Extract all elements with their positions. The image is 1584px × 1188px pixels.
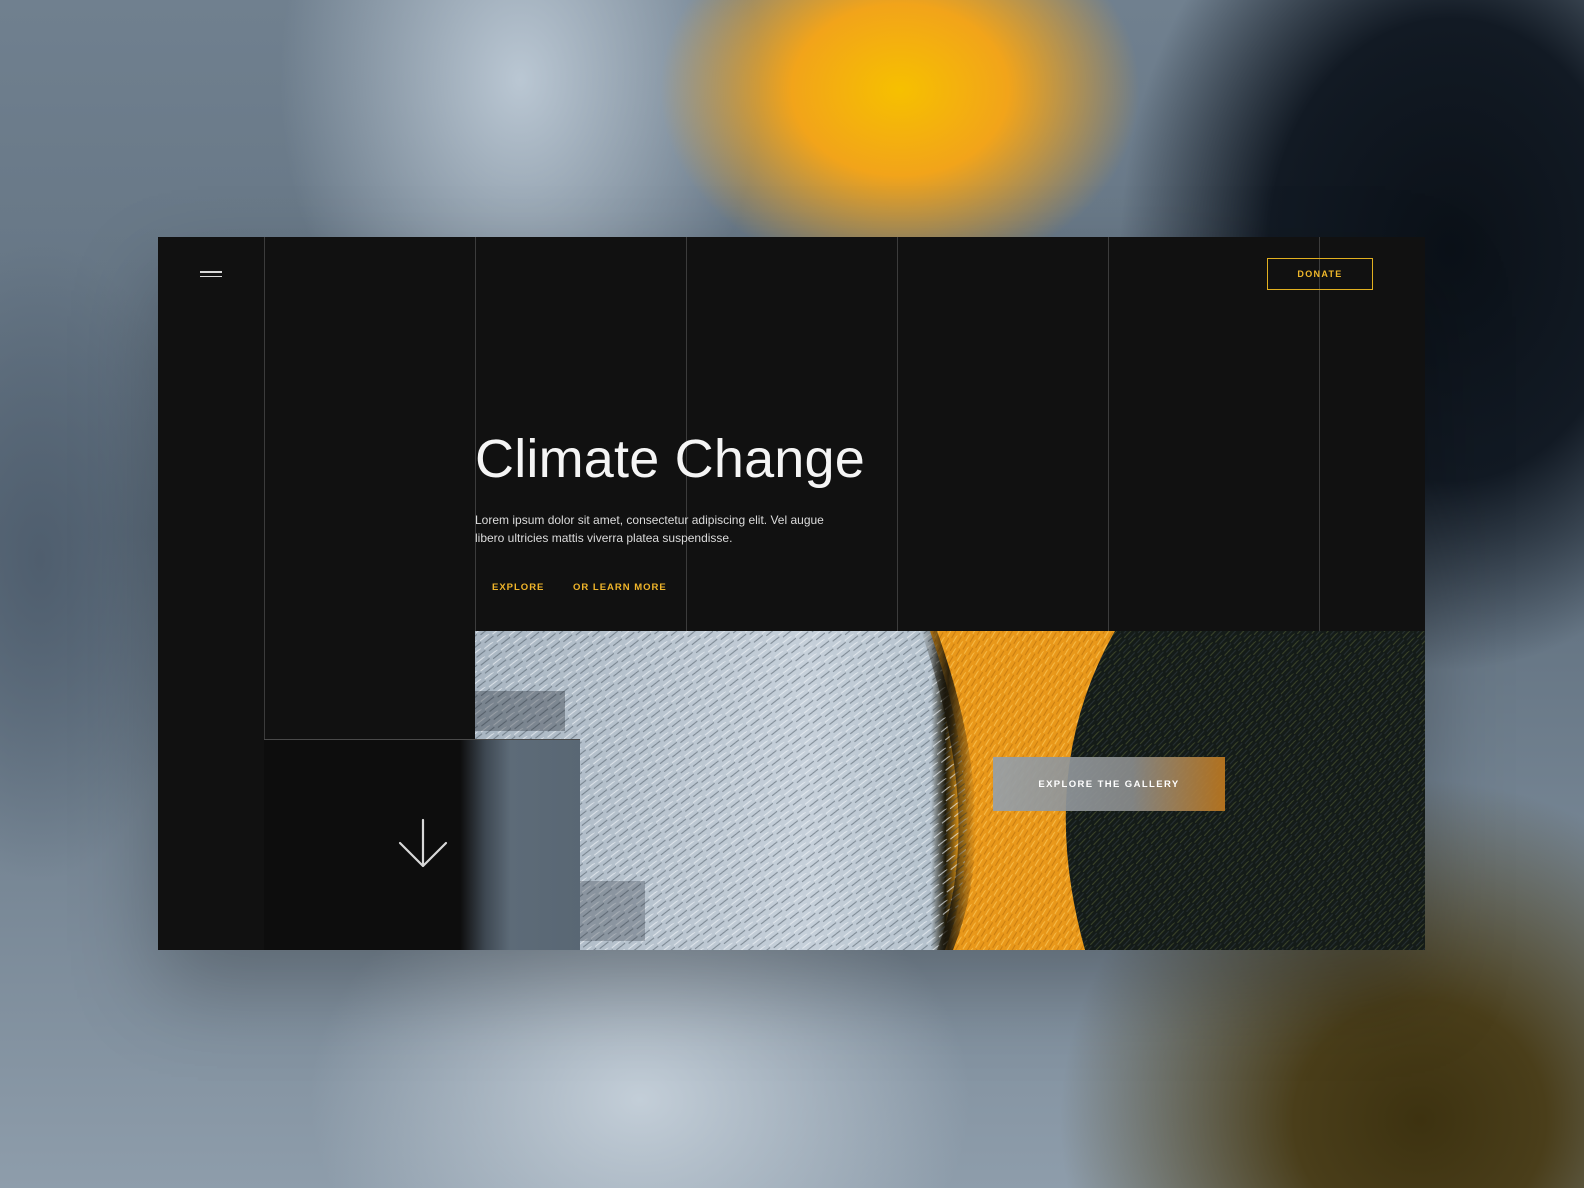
hamburger-menu-icon[interactable] bbox=[200, 267, 222, 281]
grid-line bbox=[1319, 237, 1320, 631]
fur-texture bbox=[475, 631, 1425, 950]
grid-line bbox=[1108, 237, 1109, 631]
grid-line bbox=[897, 237, 898, 631]
scroll-down-panel bbox=[264, 739, 580, 950]
explore-gallery-button[interactable]: EXPLORE THE GALLERY bbox=[993, 757, 1225, 811]
arrow-down-icon[interactable] bbox=[398, 818, 448, 870]
learn-more-link[interactable]: OR LEARN MORE bbox=[573, 582, 667, 593]
explore-link[interactable]: EXPLORE bbox=[492, 582, 544, 593]
hero-description: Lorem ipsum dolor sit amet, consectetur … bbox=[475, 513, 824, 545]
hero-image bbox=[475, 631, 1425, 950]
donate-button[interactable]: DONATE bbox=[1267, 258, 1373, 290]
hero-card: DONATE Climate Change Lorem ipsum dolor … bbox=[158, 237, 1425, 950]
page-title: Climate Change bbox=[475, 429, 866, 489]
